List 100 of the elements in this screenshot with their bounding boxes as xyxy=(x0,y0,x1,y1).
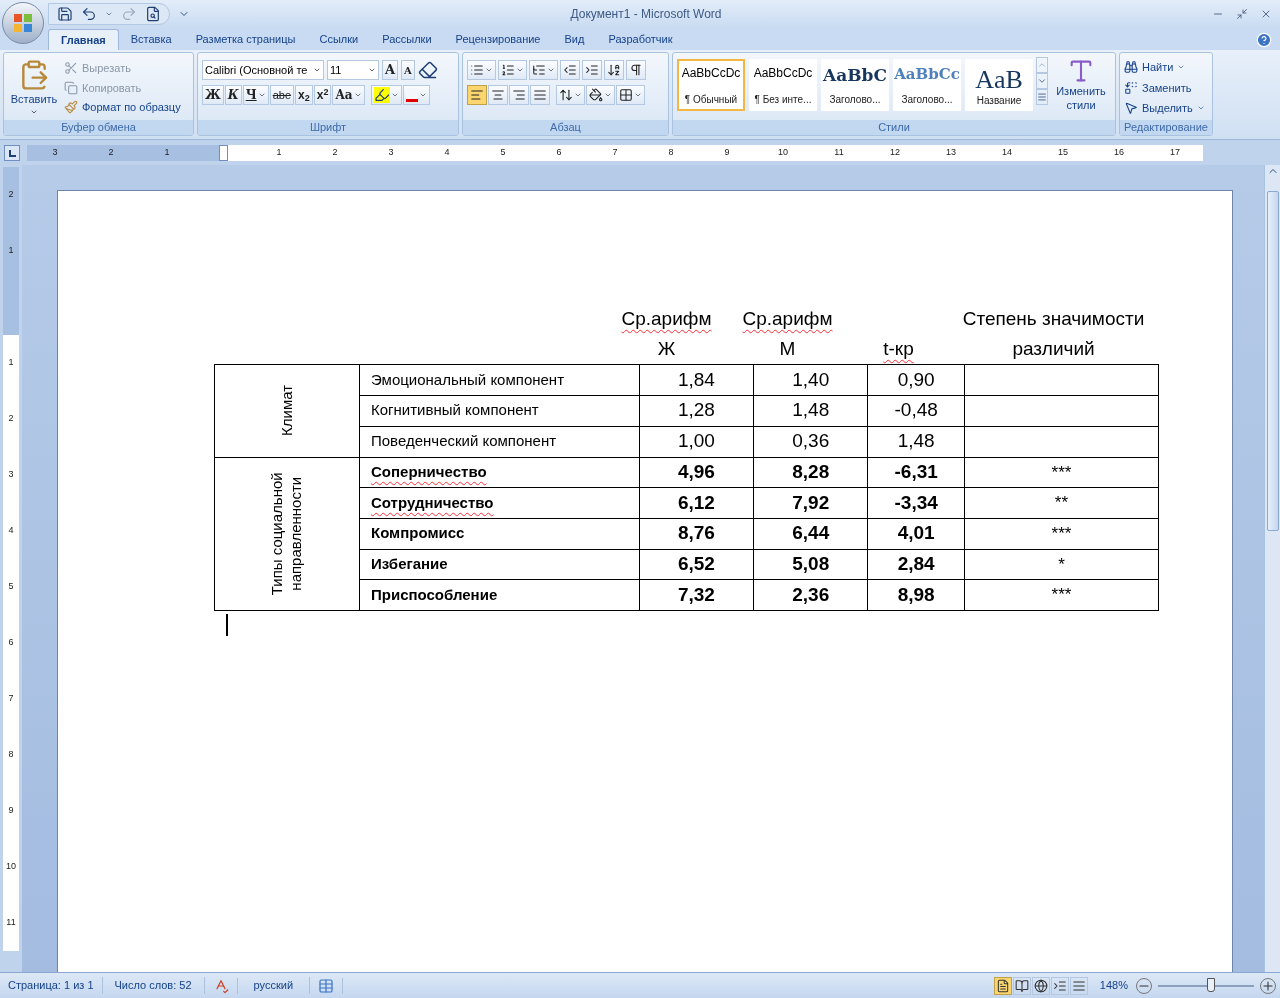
close-icon[interactable] xyxy=(1260,8,1272,20)
ruler-number: 1 xyxy=(276,145,282,159)
view-mode-button[interactable] xyxy=(1031,976,1050,995)
style-preset[interactable]: AaB Название xyxy=(965,59,1033,111)
ribbon-tab[interactable]: Ссылки xyxy=(307,29,371,50)
ruler-number: 12 xyxy=(890,145,900,159)
text-cursor xyxy=(226,614,228,636)
table-cell: 4,96 xyxy=(677,461,715,483)
ribbon-tab[interactable]: Вставка xyxy=(118,29,184,50)
ruler-number: 11 xyxy=(6,916,16,930)
indent-marker-icon[interactable] xyxy=(218,144,228,161)
style-preset[interactable]: AaBbCcDc ¶ Обычный xyxy=(677,59,745,111)
subscript-button[interactable]: x$_{2}$ xyxy=(295,85,313,105)
redo-icon[interactable] xyxy=(121,6,137,22)
shading-button[interactable] xyxy=(586,85,615,105)
ruler-number: 6 xyxy=(556,145,562,159)
sort-button[interactable] xyxy=(604,60,624,80)
ribbon-tab[interactable]: Разработчик xyxy=(596,29,685,50)
zoom-level[interactable]: 148% xyxy=(1091,977,1136,994)
strikethrough-button[interactable]: abe xyxy=(269,85,294,105)
table-cell: 6,12 xyxy=(677,491,715,513)
font-size-field[interactable]: 11 xyxy=(327,60,379,80)
vertical-scrollbar[interactable] xyxy=(1264,165,1280,972)
decrease-indent-button[interactable] xyxy=(560,60,580,80)
scroll-down-icon[interactable] xyxy=(1036,73,1048,89)
save-icon[interactable] xyxy=(57,6,73,22)
align-button[interactable] xyxy=(488,85,508,105)
font-name-field[interactable]: Calibri (Основной те xyxy=(202,60,324,80)
table-cell: 7,32 xyxy=(677,583,715,605)
ruler-number: 2 xyxy=(332,145,338,159)
font-color-button[interactable] xyxy=(402,85,430,105)
help-icon[interactable] xyxy=(1256,32,1272,48)
ribbon-tab[interactable]: Разметка страницы xyxy=(183,29,308,50)
view-mode-button[interactable] xyxy=(1012,976,1031,995)
ribbon-tab[interactable]: Рассылки xyxy=(370,29,444,50)
underline-button[interactable]: Ч xyxy=(242,85,269,105)
find-button[interactable]: Найти xyxy=(1124,59,1208,76)
borders-button[interactable] xyxy=(616,85,645,105)
table-cell: 6,52 xyxy=(677,553,715,575)
show-marks-button[interactable] xyxy=(626,60,646,80)
more-styles-icon[interactable] xyxy=(1036,89,1048,105)
table-cell: 0,36 xyxy=(792,430,830,452)
page-count[interactable]: Страница: 1 из 1 xyxy=(0,977,103,994)
zoom-slider-thumb[interactable] xyxy=(1206,977,1215,992)
superscript-button[interactable]: x$^{2}$ xyxy=(313,85,332,105)
scrollbar-thumb[interactable] xyxy=(1266,191,1279,531)
ruler-number: 3 xyxy=(8,468,14,482)
office-button[interactable] xyxy=(2,2,44,44)
format-painter-button[interactable]: Формат по образцу xyxy=(64,99,181,116)
restore-icon[interactable] xyxy=(1236,8,1248,20)
ribbon-tab[interactable]: Рецензирование xyxy=(443,29,553,50)
table-cell: 1,48 xyxy=(792,399,830,421)
column-header: t-кр xyxy=(883,337,914,361)
bullets-button[interactable] xyxy=(467,60,496,80)
tab-stop-selector[interactable] xyxy=(4,144,20,161)
ruler-number: 10 xyxy=(778,145,788,159)
view-mode-button[interactable] xyxy=(993,976,1012,995)
table-cell: -6,31 xyxy=(894,461,938,483)
macro-icon[interactable] xyxy=(318,977,335,994)
row-label: Избегание xyxy=(371,554,448,575)
align-button[interactable] xyxy=(467,85,487,105)
column-header: Ср.арифм Ж xyxy=(621,307,712,361)
table-cell: 6,44 xyxy=(792,522,830,544)
ruler-number: 5 xyxy=(500,145,506,159)
shrink-font-button[interactable]: A xyxy=(401,60,415,80)
replace-button[interactable]: Заменить xyxy=(1124,79,1208,96)
line-spacing-button[interactable] xyxy=(556,85,585,105)
row-group-label: Типы социальной направленности xyxy=(268,471,305,598)
style-preset[interactable]: AaBbC Заголово... xyxy=(821,59,889,111)
select-button[interactable]: Выделить xyxy=(1124,100,1208,117)
multilevel-list-button[interactable] xyxy=(529,60,558,80)
align-button[interactable] xyxy=(509,85,529,105)
align-button[interactable] xyxy=(530,85,550,105)
style-preset[interactable]: AaBbCc Заголово... xyxy=(893,59,961,111)
ruler-number: 16 xyxy=(1114,145,1124,159)
paste-button[interactable]: Вставить xyxy=(8,57,60,116)
pointer-icon xyxy=(1124,101,1138,116)
style-preset[interactable]: AaBbCcDc ¶ Без инте... xyxy=(749,59,817,111)
numbered-list-icon xyxy=(501,63,515,77)
undo-icon[interactable] xyxy=(81,6,97,22)
change-case-button[interactable]: Aa xyxy=(332,85,365,105)
table-cell: 1,40 xyxy=(792,368,830,390)
italic-button[interactable]: К xyxy=(224,85,242,105)
row-label: Когнитивный компонент xyxy=(371,400,539,421)
ruler-number: 7 xyxy=(8,692,14,706)
bold-button[interactable]: Ж xyxy=(202,85,224,105)
eraser-icon[interactable] xyxy=(417,60,438,80)
word-count[interactable]: Число слов: 52 xyxy=(102,977,205,994)
change-styles-button[interactable]: Изменить стили xyxy=(1051,57,1111,113)
highlight-button[interactable] xyxy=(370,85,402,105)
grow-font-button[interactable]: A xyxy=(382,60,399,80)
language[interactable]: русский xyxy=(237,977,311,994)
significance-mark: *** xyxy=(1051,523,1072,543)
numbering-button[interactable] xyxy=(498,60,527,80)
ruler-number: 11 xyxy=(834,145,844,159)
ribbon-tab[interactable]: Вид xyxy=(552,29,597,50)
table-cell: 1,28 xyxy=(677,399,715,421)
align-icon xyxy=(512,88,526,102)
print-preview-icon[interactable] xyxy=(145,6,161,22)
ribbon-tab[interactable]: Главная xyxy=(48,29,119,50)
